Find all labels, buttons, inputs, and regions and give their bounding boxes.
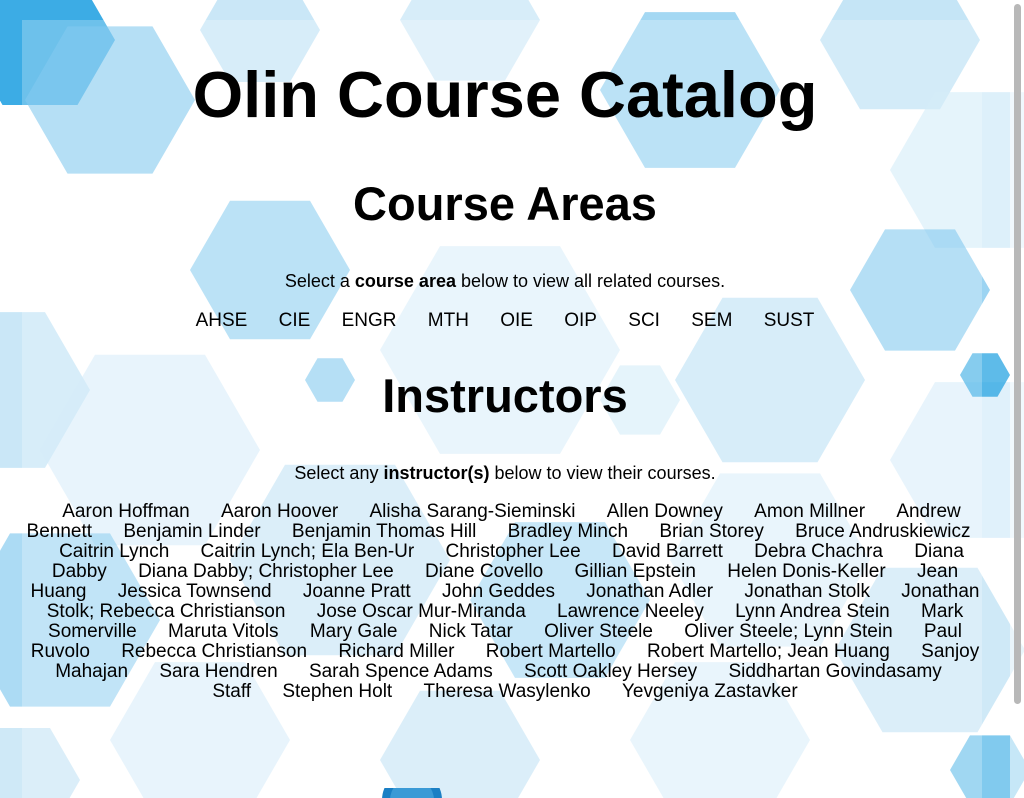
instructor-link[interactable]: Mary Gale [310,621,398,642]
instructor-link[interactable]: Joanne Pratt [303,581,411,602]
instructor-link[interactable]: Sara Hendren [159,661,277,682]
instructor-link[interactable]: Siddhartan Govindasamy [728,661,941,682]
course-area-link-sust[interactable]: SUST [764,310,815,331]
course-area-link-ahse[interactable]: AHSE [196,310,248,331]
page-title: Olin Course Catalog [192,58,818,131]
instructor-link[interactable]: Lawrence Neeley [557,601,704,622]
instructor-link[interactable]: Richard Miller [338,641,454,662]
instructor-link[interactable]: Diana Dabby; Christopher Lee [138,561,394,582]
instructor-link[interactable]: Amon Millner [754,501,865,522]
instructor-link[interactable]: Lynn Andrea Stein [735,601,890,622]
course-area-link-sci[interactable]: SCI [628,310,660,331]
instructor-link[interactable]: Debra Chachra [754,541,883,562]
instructor-link[interactable]: John Geddes [442,581,555,602]
instructor-link[interactable]: Rebecca Christianson [121,641,307,662]
course-areas-heading: Course Areas [353,177,657,230]
instructor-link[interactable]: Jonathan Adler [586,581,713,602]
instructors-intro: Select any instructor(s) below to view t… [0,462,1010,484]
instructor-link[interactable]: Caitrin Lynch; Ela Ben-Ur [201,541,415,562]
instructor-link[interactable]: Jonathan Stolk [744,581,870,602]
instructor-link[interactable]: Brian Storey [659,521,764,542]
instructor-link[interactable]: Caitrin Lynch [59,541,169,562]
instructor-link[interactable]: Maruta Vitols [168,621,279,642]
instructor-link[interactable]: Aaron Hoffman [62,501,189,522]
course-areas-intro-prefix: Select a [284,271,355,291]
course-area-list: AHSE CIE ENGR MTH OIE OIP SCI SEM SUST [0,310,1010,332]
instructor-link[interactable]: Aaron Hoover [221,501,338,522]
scrollbar-thumb[interactable] [1014,4,1021,704]
instructor-link[interactable]: Jose Oscar Mur-Miranda [317,601,526,622]
course-area-link-oie[interactable]: OIE [500,310,533,331]
course-areas-intro-bold: course area [354,271,456,291]
instructors-intro-prefix: Select any [294,463,384,483]
instructor-link[interactable]: Robert Martello; Jean Huang [647,641,890,662]
instructor-link[interactable]: Yevgeniya Zastavker [622,681,798,702]
instructor-link[interactable]: Gillian Epstein [575,561,696,582]
page-content: Olin Course Catalog Course Areas Select … [0,0,1010,798]
instructor-link[interactable]: Allen Downey [607,501,723,522]
instructor-link[interactable]: Benjamin Thomas Hill [292,521,476,542]
instructor-link[interactable]: Jessica Townsend [118,581,272,602]
course-area-link-mth[interactable]: MTH [428,310,469,331]
instructor-link[interactable]: Stephen Holt [282,681,392,702]
instructor-link[interactable]: Staff [212,681,251,702]
instructor-link[interactable]: Diane Covello [425,561,543,582]
instructor-link[interactable]: David Barrett [612,541,723,562]
instructor-link[interactable]: Sarah Spence Adams [309,661,493,682]
instructor-list: Aaron Hoffman Aaron Hoover Alisha Sarang… [22,502,988,702]
instructor-link[interactable]: Bradley Minch [508,521,628,542]
course-areas-intro-suffix: below to view all related courses. [455,271,726,291]
instructor-link[interactable]: Benjamin Linder [123,521,260,542]
instructor-link[interactable]: Theresa Wasylenko [423,681,590,702]
course-area-link-engr[interactable]: ENGR [342,310,397,331]
instructor-link[interactable]: Scott Oakley Hersey [524,661,697,682]
instructor-link[interactable]: Oliver Steele; Lynn Stein [684,621,892,642]
instructor-link[interactable]: Bruce Andruskiewicz [795,521,970,542]
instructor-link[interactable]: Alisha Sarang-Sieminski [370,501,576,522]
course-area-link-oip[interactable]: OIP [564,310,597,331]
course-area-link-cie[interactable]: CIE [279,310,311,331]
instructor-link[interactable]: Nick Tatar [429,621,513,642]
instructor-link[interactable]: Helen Donis-Keller [727,561,885,582]
olin-logo-icon [382,788,442,798]
instructors-heading: Instructors [382,369,628,422]
instructors-intro-suffix: below to view their courses. [489,463,716,483]
course-areas-intro: Select a course area below to view all r… [0,270,1010,292]
instructor-link[interactable]: Robert Martello [486,641,616,662]
course-area-link-sem[interactable]: SEM [691,310,732,331]
instructor-link[interactable]: Oliver Steele [544,621,653,642]
instructor-link[interactable]: Christopher Lee [446,541,581,562]
instructors-intro-bold: instructor(s) [383,463,490,483]
